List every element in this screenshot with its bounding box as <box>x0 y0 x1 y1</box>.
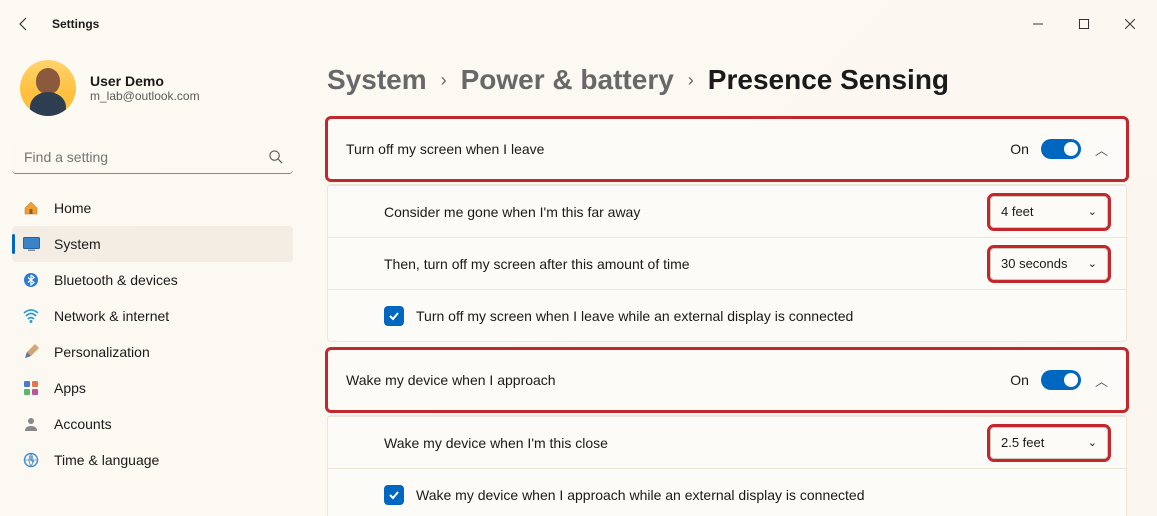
setting-label: Turn off my screen when I leave <box>346 141 1010 157</box>
maximize-button[interactable] <box>1061 8 1107 40</box>
select-approach-distance[interactable]: 2.5 feet ⌄ <box>990 427 1108 459</box>
setting-sublabel: Then, turn off my screen after this amou… <box>384 256 990 272</box>
sidebar-item-bluetooth[interactable]: Bluetooth & devices <box>12 262 293 298</box>
home-icon <box>22 199 40 217</box>
checkbox-label: Wake my device when I approach while an … <box>416 487 865 503</box>
setting-leave-distance: Consider me gone when I'm this far away … <box>328 185 1126 237</box>
window-title: Settings <box>52 17 99 31</box>
sidebar-item-label: Home <box>54 200 91 216</box>
chevron-down-icon: ⌄ <box>1088 205 1097 218</box>
sidebar-item-label: Network & internet <box>54 308 169 324</box>
select-value: 30 seconds <box>1001 256 1068 271</box>
toggle-state: On <box>1010 141 1029 157</box>
sidebar-item-apps[interactable]: Apps <box>12 370 293 406</box>
close-button[interactable] <box>1107 8 1153 40</box>
setting-leave-external: Turn off my screen when I leave while an… <box>328 289 1126 341</box>
chevron-down-icon: ⌄ <box>1088 436 1097 449</box>
user-email: m_lab@outlook.com <box>90 89 200 103</box>
sidebar-item-label: Bluetooth & devices <box>54 272 178 288</box>
user-profile[interactable]: User Demo m_lab@outlook.com <box>12 48 293 136</box>
setting-leave-timeout: Then, turn off my screen after this amou… <box>328 237 1126 289</box>
sidebar-item-label: Apps <box>54 380 86 396</box>
setting-sublabel: Wake my device when I'm this close <box>384 435 990 451</box>
setting-approach-distance: Wake my device when I'm this close 2.5 f… <box>328 416 1126 468</box>
setting-sublabel: Consider me gone when I'm this far away <box>384 204 990 220</box>
apps-icon <box>22 379 40 397</box>
breadcrumb: System › Power & battery › Presence Sens… <box>327 64 1127 96</box>
user-name: User Demo <box>90 73 200 89</box>
chevron-up-icon[interactable]: ︿ <box>1095 371 1108 390</box>
chevron-down-icon: ⌄ <box>1088 257 1097 270</box>
checkbox-label: Turn off my screen when I leave while an… <box>416 308 853 324</box>
system-icon <box>22 235 40 253</box>
checkbox-approach-external[interactable] <box>384 485 404 505</box>
select-leave-distance[interactable]: 4 feet ⌄ <box>990 196 1108 228</box>
select-value: 2.5 feet <box>1001 435 1044 450</box>
breadcrumb-power[interactable]: Power & battery <box>461 64 674 96</box>
sidebar-item-personalization[interactable]: Personalization <box>12 334 293 370</box>
sidebar-item-network[interactable]: Network & internet <box>12 298 293 334</box>
avatar <box>20 60 76 116</box>
select-value: 4 feet <box>1001 204 1034 219</box>
setting-label: Wake my device when I approach <box>346 372 1010 388</box>
sidebar-item-time-language[interactable]: Time & language <box>12 442 293 478</box>
search-icon <box>268 149 283 169</box>
setting-approach-external: Wake my device when I approach while an … <box>328 468 1126 516</box>
breadcrumb-system[interactable]: System <box>327 64 427 96</box>
network-icon <box>22 307 40 325</box>
breadcrumb-current: Presence Sensing <box>708 64 949 96</box>
sidebar-item-accounts[interactable]: Accounts <box>12 406 293 442</box>
toggle-leave[interactable] <box>1041 139 1081 159</box>
personalization-icon <box>22 343 40 361</box>
chevron-right-icon: › <box>688 70 694 91</box>
setting-leave-header[interactable]: Turn off my screen when I leave On ︿ <box>328 119 1126 179</box>
search-input[interactable] <box>12 140 293 174</box>
select-leave-timeout[interactable]: 30 seconds ⌄ <box>990 248 1108 280</box>
toggle-approach[interactable] <box>1041 370 1081 390</box>
sidebar-item-label: System <box>54 236 101 252</box>
checkbox-leave-external[interactable] <box>384 306 404 326</box>
sidebar-item-home[interactable]: Home <box>12 190 293 226</box>
minimize-button[interactable] <box>1015 8 1061 40</box>
back-button[interactable] <box>4 4 44 44</box>
sidebar-item-system[interactable]: System <box>12 226 293 262</box>
sidebar-item-label: Time & language <box>54 452 159 468</box>
setting-approach-header[interactable]: Wake my device when I approach On ︿ <box>328 350 1126 410</box>
bluetooth-icon <box>22 271 40 289</box>
chevron-up-icon[interactable]: ︿ <box>1095 140 1108 159</box>
time-language-icon <box>22 451 40 469</box>
accounts-icon <box>22 415 40 433</box>
sidebar-item-label: Personalization <box>54 344 150 360</box>
toggle-state: On <box>1010 372 1029 388</box>
sidebar-item-label: Accounts <box>54 416 112 432</box>
chevron-right-icon: › <box>441 70 447 91</box>
